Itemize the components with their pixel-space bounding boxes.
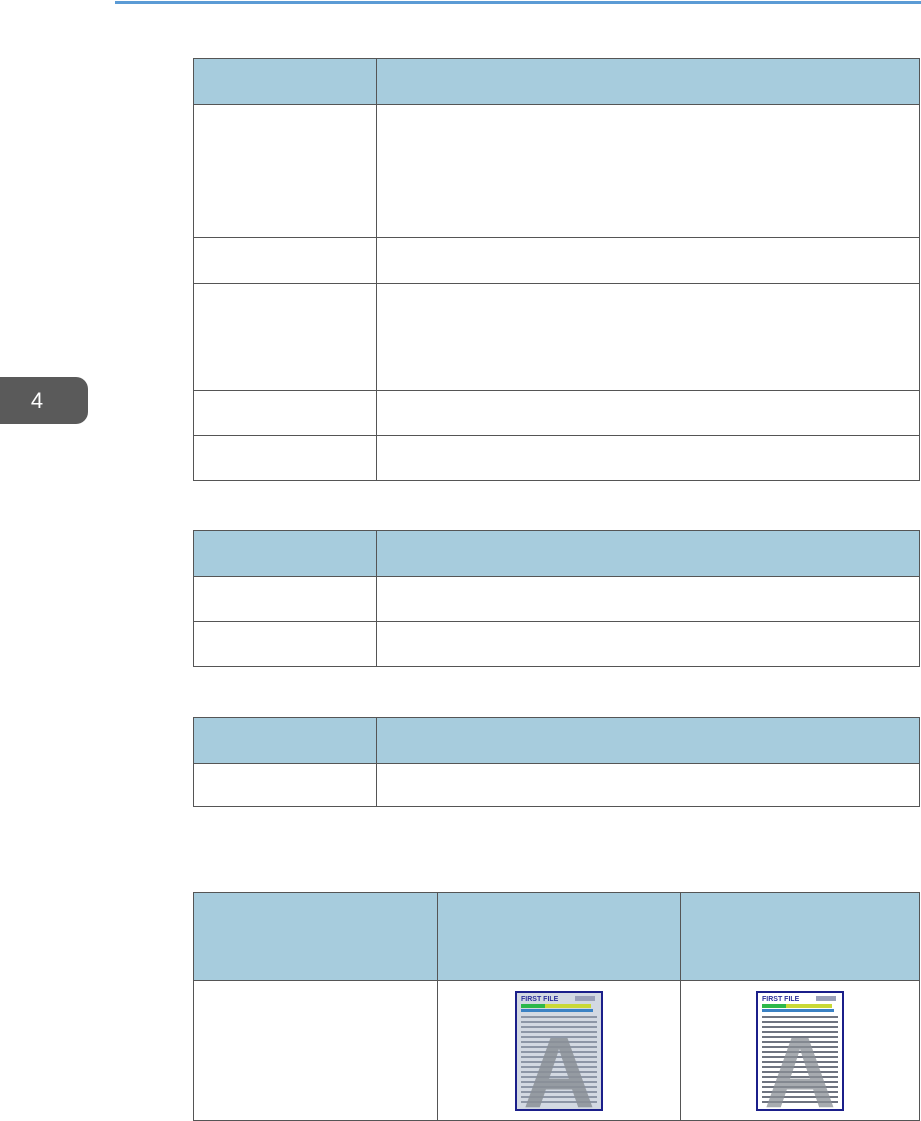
thumb-letter: A — [523, 1017, 595, 1111]
chapter-number: 4 — [30, 387, 44, 413]
table-cell — [193, 763, 377, 807]
table-row — [193, 621, 920, 667]
thumb-title: FIRST FILE — [521, 996, 559, 1003]
table-cell — [193, 621, 377, 667]
table-row — [193, 283, 920, 391]
header-cell — [680, 892, 920, 981]
chapter-tab: 4 — [0, 377, 88, 424]
header-cell — [376, 58, 920, 105]
table-cell — [193, 283, 377, 391]
sample-cell-right: FIRST FILE A — [680, 980, 920, 1121]
table-row: FIRST FILE A FIRST FILE A — [193, 980, 920, 1121]
table-row — [193, 435, 920, 481]
table-cell — [193, 980, 438, 1121]
spec-table-1 — [193, 58, 920, 481]
table-cell — [376, 576, 920, 622]
table-cell — [376, 390, 920, 436]
table-row — [193, 576, 920, 622]
header-cell — [376, 717, 920, 764]
table-cell — [376, 104, 920, 238]
table-row — [193, 237, 920, 284]
table-cell — [193, 576, 377, 622]
top-rule — [115, 1, 921, 4]
table-header-row — [193, 717, 920, 764]
document-thumbnail-right: FIRST FILE A — [756, 990, 844, 1111]
table-row — [193, 390, 920, 436]
sample-comparison-table: FIRST FILE A FIRST FILE A — [193, 892, 920, 1121]
table-cell — [193, 237, 377, 284]
table-cell — [193, 104, 377, 238]
header-cell — [193, 530, 377, 577]
header-cell — [193, 892, 438, 981]
table-header-row — [193, 530, 920, 577]
table-row — [193, 763, 920, 807]
table-header-row — [193, 892, 920, 981]
table-cell — [376, 763, 920, 807]
table-row — [193, 104, 920, 238]
spec-table-3 — [193, 717, 920, 807]
header-cell — [193, 717, 377, 764]
header-cell — [376, 530, 920, 577]
thumb-title: FIRST FILE — [762, 996, 800, 1003]
table-cell — [376, 621, 920, 667]
header-cell — [437, 892, 681, 981]
sample-cell-left: FIRST FILE A — [437, 980, 681, 1121]
table-cell — [376, 237, 920, 284]
document-thumbnail-left: FIRST FILE A — [515, 990, 603, 1111]
table-header-row — [193, 58, 920, 105]
table-cell — [193, 435, 377, 481]
spec-table-2 — [193, 530, 920, 667]
thumb-letter: A — [764, 1017, 836, 1111]
table-cell — [376, 435, 920, 481]
table-cell — [376, 283, 920, 391]
header-cell — [193, 58, 377, 105]
table-cell — [193, 390, 377, 436]
